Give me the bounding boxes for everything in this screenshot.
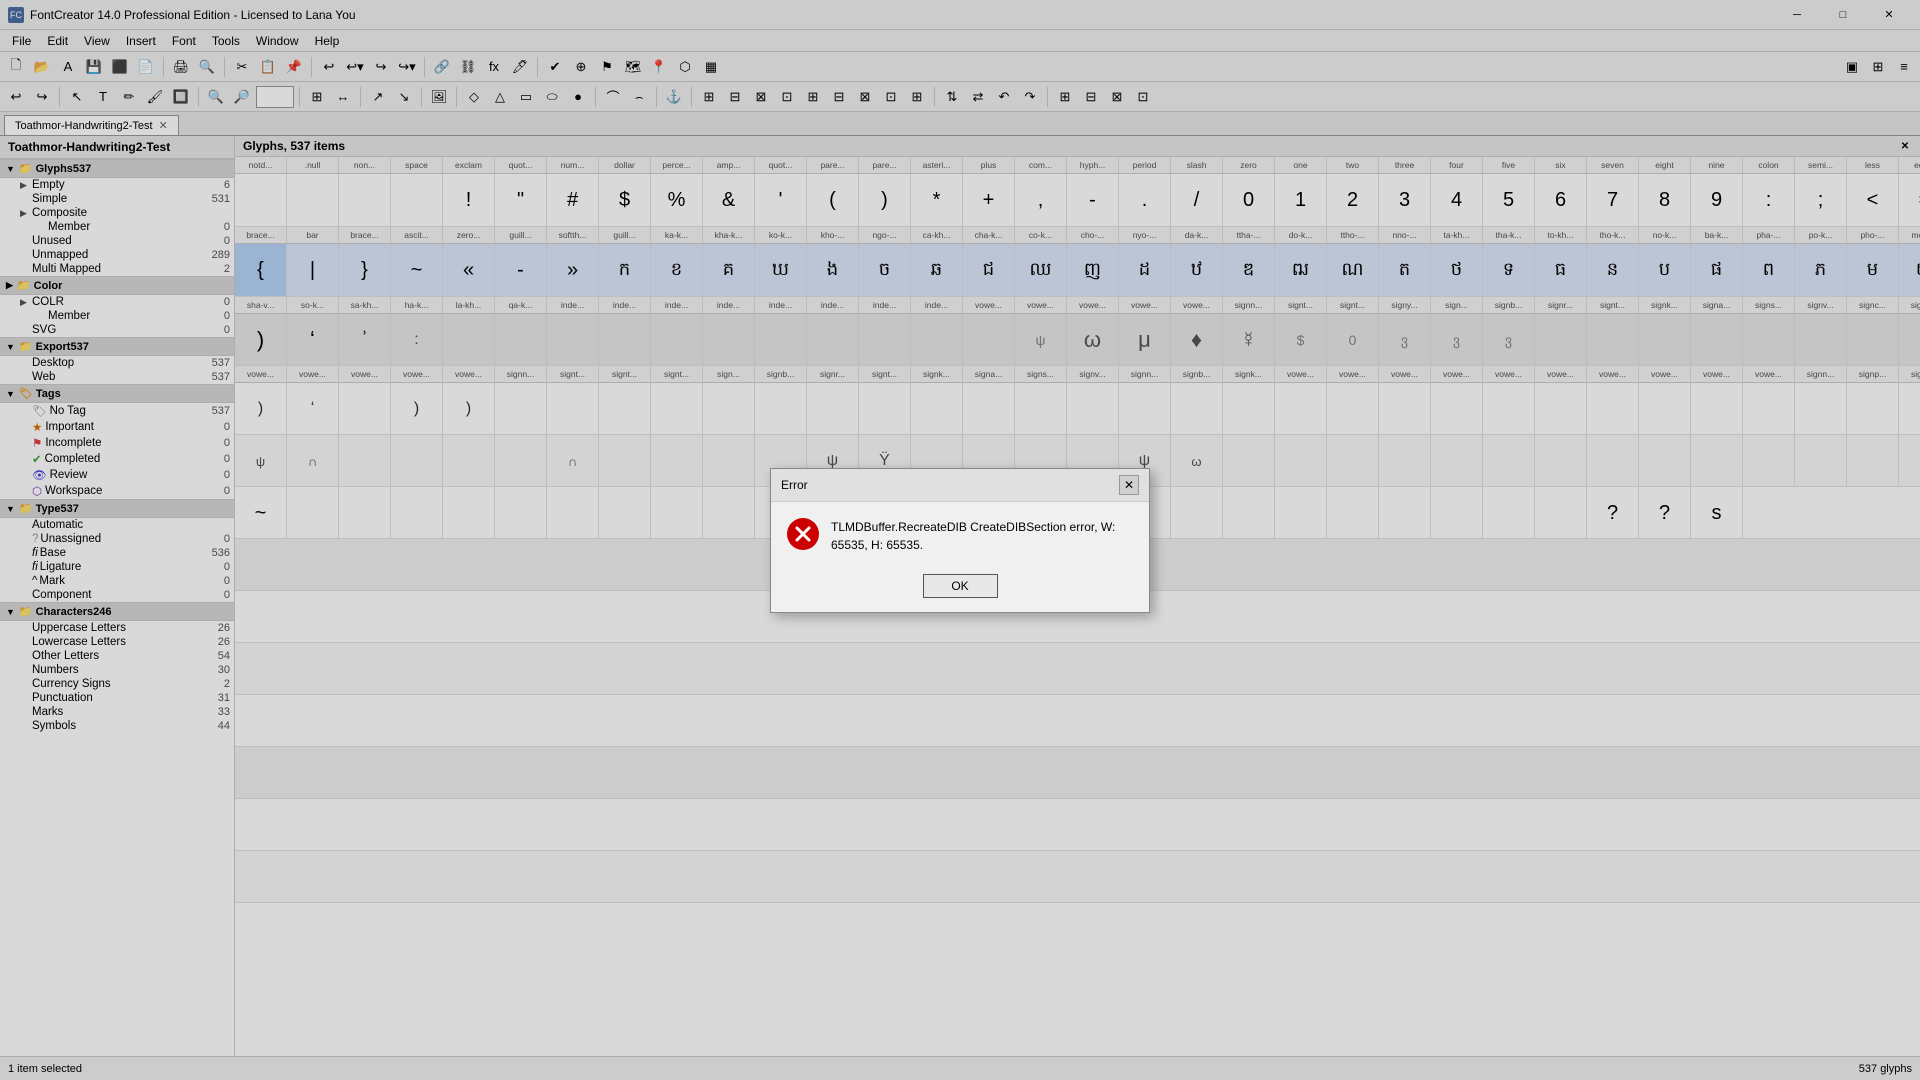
dialog-ok-button[interactable]: OK xyxy=(923,574,998,598)
dialog-body: TLMDBuffer.RecreateDIB CreateDIBSection … xyxy=(771,502,1149,566)
dialog-overlay[interactable]: Error ✕ TLMDBuffer.RecreateDIB CreateDIB… xyxy=(0,0,1920,1080)
dialog-message-text: TLMDBuffer.RecreateDIB CreateDIBSection … xyxy=(831,518,1133,554)
error-icon xyxy=(787,518,819,550)
dialog-title-bar: Error ✕ xyxy=(771,469,1149,502)
dialog-buttons: OK xyxy=(771,566,1149,612)
dialog-title-text: Error xyxy=(781,478,808,492)
error-dialog: Error ✕ TLMDBuffer.RecreateDIB CreateDIB… xyxy=(770,468,1150,613)
dialog-close-button[interactable]: ✕ xyxy=(1119,475,1139,495)
